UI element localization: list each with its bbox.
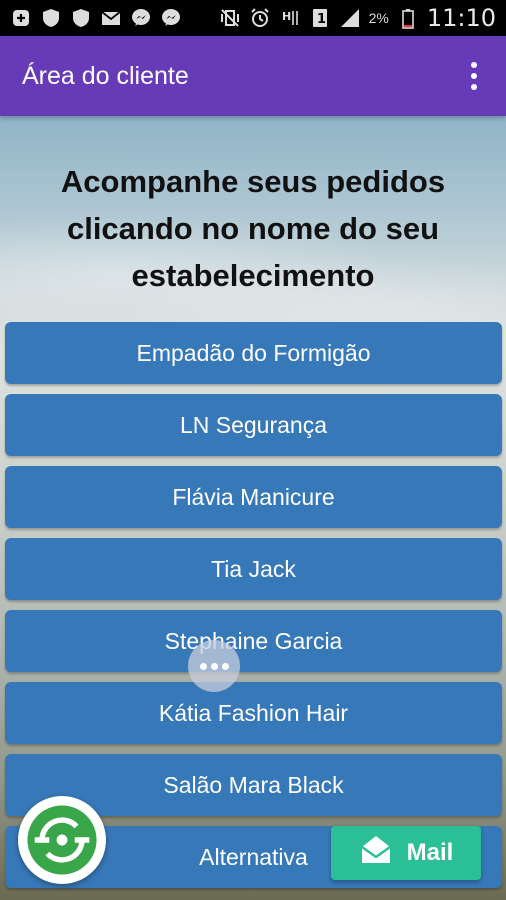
store-button-stephaine-garcia[interactable]: Stephaine Garcia [5, 610, 502, 672]
app-logo-icon[interactable] [18, 796, 106, 884]
battery-percent: 2% [368, 10, 389, 26]
signal-icon [339, 7, 361, 29]
page-title: Área do cliente [22, 61, 189, 90]
battery-icon [397, 7, 419, 29]
mail-icon [100, 7, 122, 29]
sim-1-icon: 1 [309, 7, 331, 29]
vibrate-off-icon [219, 7, 241, 29]
mail-icon [359, 833, 393, 874]
alarm-icon [249, 7, 271, 29]
mail-button[interactable]: Mail [331, 826, 481, 880]
app-bar: Área do cliente [0, 36, 506, 116]
data-h-icon: H [279, 7, 301, 29]
store-button-katia-fashion-hair[interactable]: Kátia Fashion Hair [5, 682, 502, 744]
messenger-icon [160, 7, 182, 29]
instructions-heading: Acompanhe seus pedidos clicando no nome … [60, 164, 446, 293]
store-button-flavia-manicure[interactable]: Flávia Manicure [5, 466, 502, 528]
status-system: H 1 2% 11:10 [219, 4, 496, 32]
clock: 11:10 [426, 4, 496, 32]
add-icon [10, 7, 32, 29]
shield-icon [40, 7, 62, 29]
mail-label: Mail [406, 839, 454, 866]
svg-text:1: 1 [317, 12, 326, 27]
status-notifications [10, 7, 182, 29]
store-button-empadao[interactable]: Empadão do Formigão [5, 322, 502, 384]
shield-icon [70, 7, 92, 29]
overflow-menu-icon[interactable] [464, 56, 484, 96]
status-bar: H 1 2% 11:10 [0, 0, 506, 36]
chat-bubble-icon[interactable] [188, 640, 240, 692]
messenger-icon [130, 7, 152, 29]
store-button-ln-seguranca[interactable]: LN Segurança [5, 394, 502, 456]
svg-text:H: H [282, 10, 291, 23]
store-button-tia-jack[interactable]: Tia Jack [5, 538, 502, 600]
content-area: Acompanhe seus pedidos clicando no nome … [0, 116, 506, 900]
